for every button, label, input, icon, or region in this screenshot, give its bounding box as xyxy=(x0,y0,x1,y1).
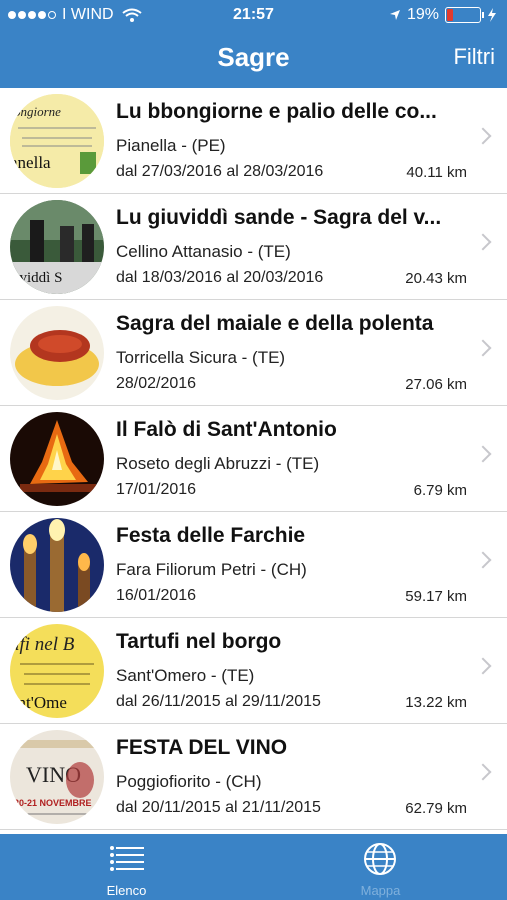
chevron-right-icon xyxy=(474,339,492,357)
event-thumbnail: ongiorne anella xyxy=(10,94,104,188)
event-distance: 62.79 km xyxy=(405,800,467,817)
event-distance: 13.22 km xyxy=(405,694,467,711)
thumb-text-2: 20-21 NOVEMBRE xyxy=(14,798,92,808)
event-place: Cellino Attanasio - (TE) xyxy=(116,242,291,261)
list-item[interactable]: Il Falò di Sant'Antonio Roseto degli Abr… xyxy=(0,406,507,512)
event-dates: 28/02/2016 xyxy=(116,375,197,392)
tab-label: Elenco xyxy=(106,883,147,898)
event-place: Roseto degli Abruzzi - (TE) xyxy=(116,454,320,473)
event-thumbnail xyxy=(10,306,104,400)
chevron-right-icon xyxy=(474,127,492,145)
event-title: Tartufi nel borgo xyxy=(116,630,282,653)
event-dates: dal 18/03/2016 al 20/03/2016 xyxy=(116,269,324,286)
event-dates: 17/01/2016 xyxy=(116,481,197,498)
globe-icon xyxy=(364,843,396,875)
chevron-right-icon xyxy=(474,445,492,463)
battery-icon xyxy=(445,7,484,23)
page-title: Sagre xyxy=(217,42,290,72)
list-item[interactable]: ongiorne anella Lu bbongiorne e palio de… xyxy=(0,88,507,194)
event-place: Fara Filiorum Petri - (CH) xyxy=(116,560,307,579)
event-dates: 16/01/2016 xyxy=(116,587,197,604)
tab-elenco[interactable]: Elenco xyxy=(0,834,253,900)
event-place: Torricella Sicura - (TE) xyxy=(116,348,286,367)
event-thumbnail xyxy=(10,518,104,612)
thumb-text-2: ant'Ome xyxy=(10,693,67,712)
list-item[interactable]: Sagra del maiale e della polenta Torrice… xyxy=(0,300,507,406)
chevron-right-icon xyxy=(474,657,492,675)
event-place: Poggiofiorito - (CH) xyxy=(116,772,262,791)
tab-bar: Elenco Mappa xyxy=(0,834,507,900)
charging-icon xyxy=(488,8,496,22)
status-bar: I WIND 21:57 19% xyxy=(0,0,507,30)
event-thumbnail: VINO 20-21 NOVEMBRE xyxy=(10,730,104,824)
event-dates: dal 26/11/2015 al 29/11/2015 xyxy=(116,693,321,710)
thumb-text: ongiorne xyxy=(14,104,61,119)
chevron-right-icon xyxy=(474,763,492,781)
event-distance: 6.79 km xyxy=(413,482,467,499)
event-title: Lu bbongiorne e palio delle co... xyxy=(116,100,437,123)
list-item[interactable]: ufi nel B ant'Ome Tartufi nel borgo Sant… xyxy=(0,618,507,724)
event-distance: 40.11 km xyxy=(406,164,467,181)
filter-button[interactable]: Filtri xyxy=(453,44,495,70)
thumb-text-2: anella xyxy=(10,153,51,172)
status-right: 19% xyxy=(389,6,497,24)
battery-percent: 19% xyxy=(406,6,439,23)
event-distance: 20.43 km xyxy=(405,270,467,287)
event-place: Pianella - (PE) xyxy=(116,136,226,155)
thumb-text: ufi nel B xyxy=(10,634,75,655)
event-dates: dal 20/11/2015 al 21/11/2015 xyxy=(116,799,321,816)
event-list[interactable]: ongiorne anella Lu bbongiorne e palio de… xyxy=(0,88,507,834)
list-item[interactable]: VINO 20-21 NOVEMBRE FESTA DEL VINO Poggi… xyxy=(0,724,507,830)
event-distance: 27.06 km xyxy=(405,376,467,393)
event-thumbnail: ufi nel B ant'Ome xyxy=(10,624,104,718)
list-icon xyxy=(110,846,144,871)
list-item[interactable]: uviddì S Lu giuviddì sande - Sagra del v… xyxy=(0,194,507,300)
list-item[interactable]: Festa delle Farchie Fara Filiorum Petri … xyxy=(0,512,507,618)
tab-mappa[interactable]: Mappa xyxy=(254,834,507,900)
tab-label: Mappa xyxy=(360,883,401,898)
event-distance: 59.17 km xyxy=(405,588,467,605)
event-title: Lu giuviddì sande - Sagra del v... xyxy=(116,206,442,229)
event-thumbnail: uviddì S xyxy=(10,200,104,294)
event-title: Sagra del maiale e della polenta xyxy=(116,312,434,335)
event-title: Festa delle Farchie xyxy=(116,524,306,547)
thumb-text: uviddì S xyxy=(12,270,62,286)
event-dates: dal 27/03/2016 al 28/03/2016 xyxy=(116,163,324,180)
event-title: FESTA DEL VINO xyxy=(116,736,288,759)
event-place: Sant'Omero - (TE) xyxy=(116,666,255,685)
top-bar: I WIND 21:57 19% Sagre Filtri xyxy=(0,0,507,88)
chevron-right-icon xyxy=(474,233,492,251)
chevron-right-icon xyxy=(474,551,492,569)
event-title: Il Falò di Sant'Antonio xyxy=(116,418,337,441)
location-arrow-icon xyxy=(389,10,400,20)
event-thumbnail xyxy=(10,412,104,506)
